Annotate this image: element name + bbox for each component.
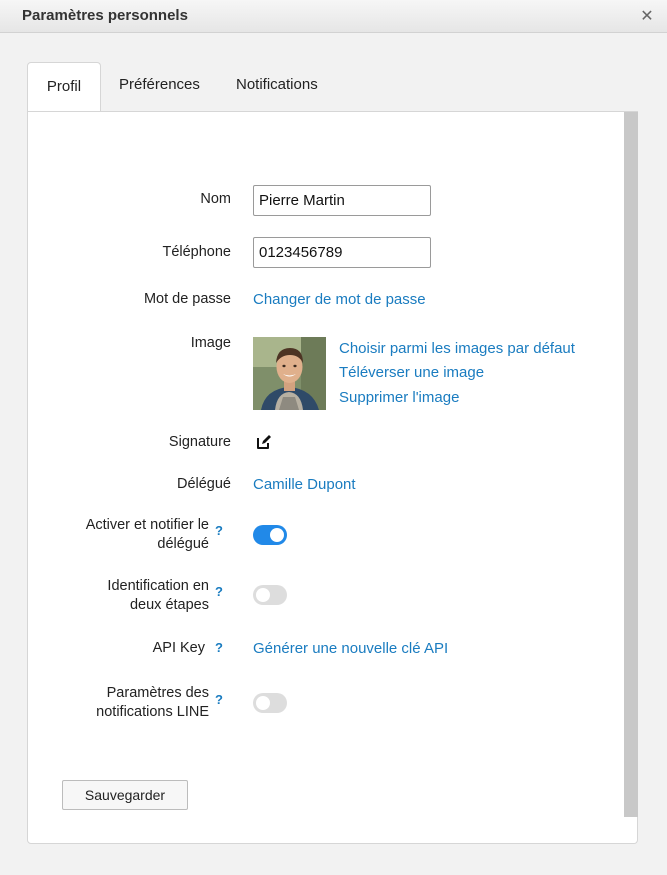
line-notifications-label-line2: notifications LINE [96, 704, 209, 720]
scrollbar[interactable] [624, 112, 638, 817]
phone-label: Téléphone [162, 244, 231, 260]
toggle-knob [256, 588, 270, 602]
toggle-knob [270, 528, 284, 542]
name-label: Nom [200, 191, 231, 207]
help-icon[interactable]: ? [215, 584, 223, 599]
tab-profil[interactable]: Profil [27, 62, 101, 113]
upload-image-link[interactable]: Téléverser une image [339, 363, 484, 382]
delegate-link[interactable]: Camille Dupont [253, 475, 356, 494]
signature-label: Signature [168, 434, 231, 450]
tab-notifications[interactable]: Notifications [236, 62, 318, 112]
notify-delegate-toggle[interactable] [253, 525, 287, 545]
notify-delegate-label-line1: Activer et notifier le [85, 517, 209, 533]
name-field[interactable] [253, 185, 431, 216]
line-notifications-toggle[interactable] [253, 693, 287, 713]
two-step-label-line1: Identification en [107, 578, 209, 594]
edit-icon[interactable] [255, 433, 273, 451]
delete-image-link[interactable]: Supprimer l'image [339, 388, 459, 407]
generate-api-key-link[interactable]: Générer une nouvelle clé API [253, 639, 448, 658]
delegate-label: Délégué [176, 476, 231, 492]
api-key-label: API Key [152, 640, 205, 656]
help-icon[interactable]: ? [215, 692, 223, 707]
scrollbar-thumb[interactable] [624, 112, 638, 817]
help-icon[interactable]: ? [215, 523, 223, 538]
notify-delegate-label-line2: délégué [157, 536, 209, 552]
close-icon[interactable]: ✕ [636, 6, 658, 28]
save-button[interactable]: Sauvegarder [62, 780, 188, 810]
password-label: Mot de passe [143, 291, 231, 307]
phone-field[interactable] [253, 237, 431, 268]
avatar [253, 337, 326, 410]
two-step-toggle[interactable] [253, 585, 287, 605]
choose-default-image-link[interactable]: Choisir parmi les images par défaut [339, 339, 575, 358]
toggle-knob [256, 696, 270, 710]
dialog-title: Paramètres personnels [22, 7, 188, 24]
line-notifications-label-line1: Paramètres des [106, 685, 209, 701]
tab-preferences[interactable]: Préférences [119, 62, 200, 112]
image-label: Image [190, 335, 231, 351]
help-icon[interactable]: ? [215, 640, 223, 655]
dialog-titlebar: Paramètres personnels ✕ [0, 0, 667, 33]
two-step-label-line2: deux étapes [129, 597, 209, 613]
change-password-link[interactable]: Changer de mot de passe [253, 290, 426, 309]
avatar-photo [253, 337, 326, 410]
